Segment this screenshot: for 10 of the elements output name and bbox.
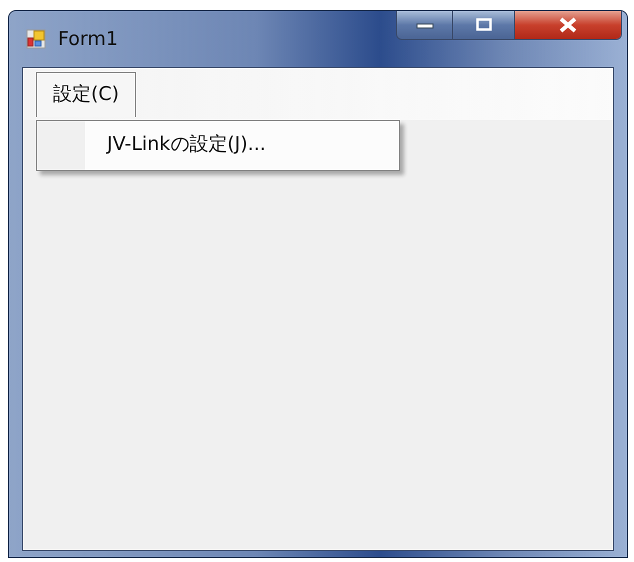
minimize-button[interactable] xyxy=(397,11,453,39)
minimize-icon xyxy=(416,21,434,29)
maximize-button[interactable] xyxy=(453,11,515,39)
menu-item[interactable]: 設定(C) xyxy=(36,72,136,117)
app-icon xyxy=(26,29,46,49)
menu-entry[interactable]: JV-Linkの設定(J)... xyxy=(37,121,399,170)
maximize-icon xyxy=(476,18,492,32)
close-icon xyxy=(558,17,578,33)
close-button[interactable] xyxy=(515,11,621,39)
window-title: Form1 xyxy=(58,28,118,50)
